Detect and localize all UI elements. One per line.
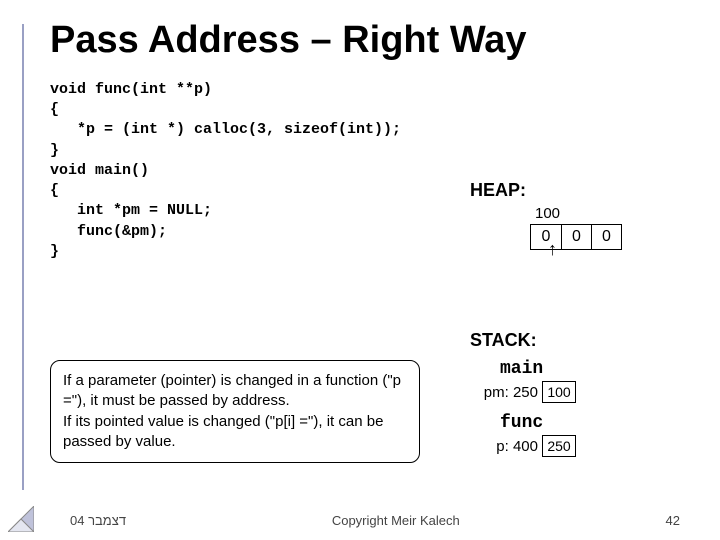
heap-address: 100 [535, 205, 680, 222]
callout-box: If a parameter (pointer) is changed in a… [50, 360, 420, 463]
footer-center: Copyright Meir Kalech [332, 513, 460, 528]
left-accent-bar [22, 24, 24, 490]
corner-fold-icon [8, 506, 34, 532]
stack-title: STACK: [470, 330, 690, 351]
stack-var-label: pm: 250 [470, 384, 538, 401]
stack-frame-row: pm: 250 100 [470, 381, 690, 403]
stack-var-value: 250 [542, 435, 576, 457]
stack-var-label: p: 400 [470, 438, 538, 455]
heap-cells: 0 0 0 [530, 224, 622, 250]
stack-frame-row: p: 400 250 [470, 435, 690, 457]
title-line1: Pass Address – Right Way [50, 19, 527, 61]
heap-diagram: HEAP: 100 0 0 0 ↑ [470, 180, 680, 250]
heap-cell: 0 [561, 225, 591, 249]
stack-frame-name: func [500, 413, 690, 433]
stack-diagram: STACK: main pm: 250 100 func p: 400 250 [470, 330, 690, 467]
slide-title: Pass Address – Right Way [50, 20, 680, 62]
slide: Pass Address – Right Way void func(int *… [0, 0, 720, 540]
heap-title: HEAP: [470, 180, 680, 201]
callout-text: If a parameter (pointer) is changed in a… [63, 372, 401, 450]
footer: דצמבר 04 Copyright Meir Kalech 42 [0, 513, 720, 528]
stack-frame-name: main [500, 359, 690, 379]
stack-var-value: 100 [542, 381, 576, 403]
footer-left: דצמבר 04 [70, 513, 126, 528]
heap-cell: 0 [591, 225, 621, 249]
arrow-up-icon: ↑ [548, 240, 557, 258]
footer-right: 42 [666, 513, 680, 528]
